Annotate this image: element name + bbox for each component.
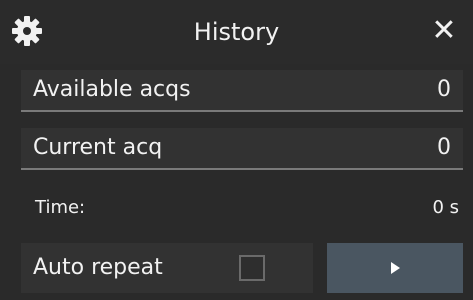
play-icon: [391, 262, 400, 274]
dialog-title: History: [193, 18, 280, 46]
time-label: Time:: [35, 197, 86, 218]
auto-repeat-control: Auto repeat: [21, 243, 313, 293]
auto-repeat-checkbox[interactable]: [239, 255, 265, 281]
current-acq-label: Current acq: [33, 135, 163, 160]
time-readout: Time: 0 s: [21, 190, 463, 226]
time-value: 0 s: [432, 197, 459, 218]
current-acq-value: 0: [437, 135, 451, 160]
current-acq-field[interactable]: Current acq 0: [21, 128, 463, 170]
close-icon[interactable]: ✕: [427, 14, 461, 48]
available-acqs-value: 0: [437, 77, 451, 102]
available-acqs-label: Available acqs: [33, 77, 191, 102]
history-dialog: History ✕ Available acqs 0 Current acq 0…: [0, 0, 473, 300]
auto-repeat-label: Auto repeat: [33, 255, 163, 280]
play-button[interactable]: [327, 243, 463, 293]
title-bar: History ✕: [0, 0, 473, 64]
available-acqs-field[interactable]: Available acqs 0: [21, 70, 463, 112]
